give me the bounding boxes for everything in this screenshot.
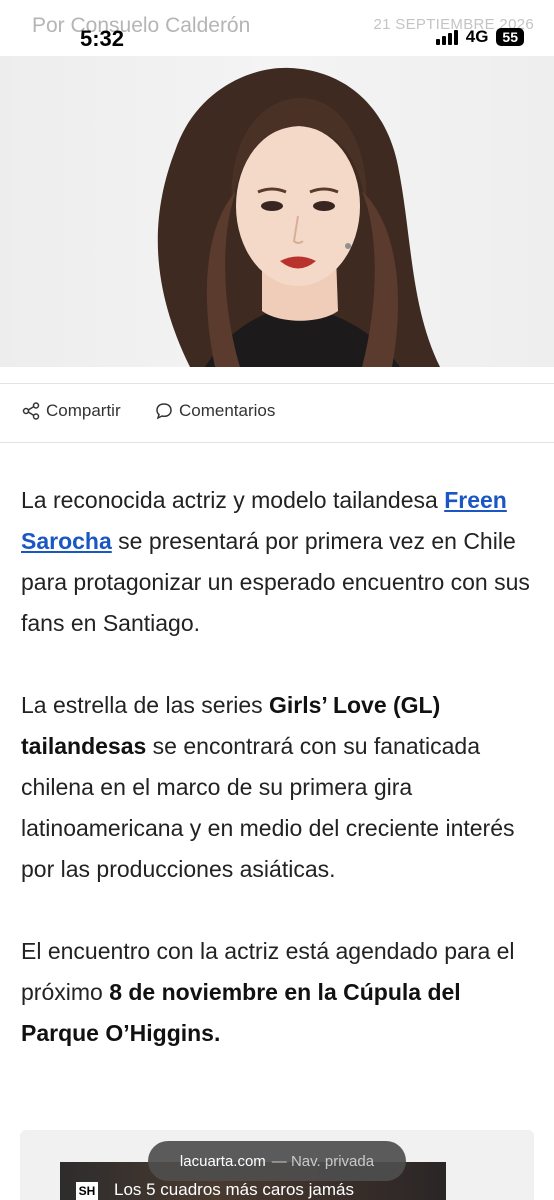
status-indicators: 4G 55 (435, 27, 524, 47)
share-button[interactable]: Compartir (22, 401, 121, 421)
comment-icon (156, 403, 172, 420)
comments-button[interactable]: Comentarios (155, 401, 275, 421)
battery-icon: 55 (496, 28, 524, 46)
url-domain: lacuarta.com (179, 1152, 266, 1170)
article-actions: Compartir Comentarios (0, 383, 554, 443)
network-label: 4G (465, 27, 489, 46)
portrait-illustration (157, 67, 440, 367)
paragraph-2: La estrella de las series Girls’ Love (G… (21, 692, 515, 882)
share-icon (22, 402, 40, 420)
article-body: La reconocida actriz y modelo tailandesa… (21, 480, 533, 1095)
comments-label: Comentarios (179, 401, 276, 420)
signal-icon (435, 29, 458, 45)
share-label: Compartir (46, 401, 121, 420)
paragraph-3: El encuentro con la actriz está agendado… (21, 938, 515, 1046)
status-time: 5:32 (80, 26, 125, 51)
browser-url-bar[interactable]: lacuarta.com — Nav. privada (148, 1141, 406, 1181)
related-article-title: Los 5 cuadros más caros jamás (114, 1180, 354, 1199)
paragraph-1: La reconocida actriz y modelo tailandesa… (21, 487, 530, 636)
private-mode-label: — Nav. privada (271, 1152, 375, 1170)
site-logo: SH (76, 1182, 98, 1200)
status-bar: 5:32 4G 55 (0, 0, 554, 56)
article-hero-image (0, 56, 554, 367)
